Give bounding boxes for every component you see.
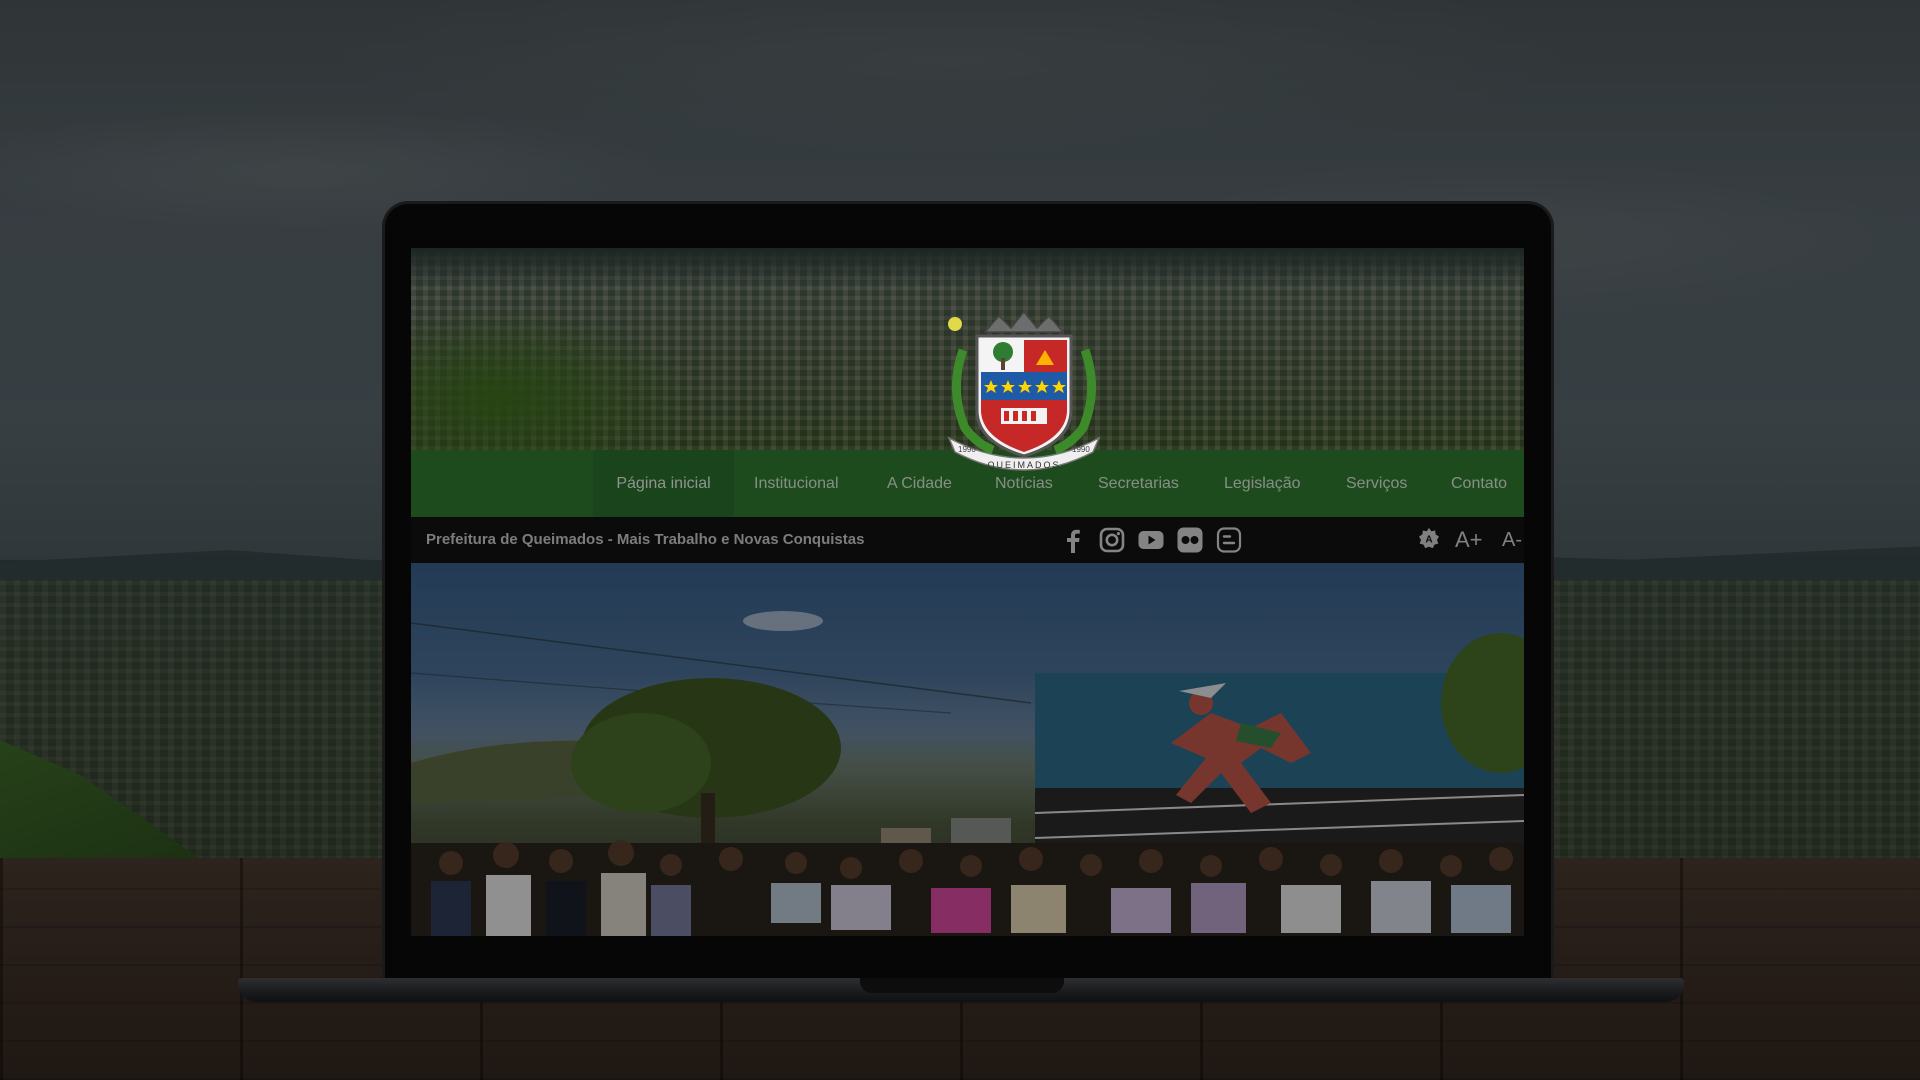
nav-item-secretarias[interactable]: Secretarias	[1098, 450, 1179, 517]
youtube-icon[interactable]	[1138, 527, 1164, 553]
hero-image	[411, 611, 1524, 936]
nav-item-pagina-inicial[interactable]: Página inicial	[593, 450, 734, 517]
info-bar: Prefeitura de Queimados - Mais Trabalho …	[411, 517, 1524, 563]
crest-year-left: 1990	[958, 445, 976, 454]
website-screen: 1990 1990 QUEIMADOS Página inicial Insti…	[411, 248, 1524, 936]
nav-item-legislacao[interactable]: Legislação	[1224, 450, 1301, 517]
font-increase-button[interactable]: A+	[1455, 517, 1483, 563]
facebook-icon[interactable]	[1060, 527, 1086, 553]
nav-item-contato[interactable]: Contato	[1451, 450, 1507, 517]
crest-year-right: 1990	[1072, 445, 1090, 454]
svg-text:A: A	[1425, 535, 1432, 546]
nav-item-servicos[interactable]: Serviços	[1346, 450, 1407, 517]
flickr-icon[interactable]	[1177, 527, 1203, 553]
font-decrease-button[interactable]: A-	[1502, 517, 1522, 563]
laptop-notch	[860, 978, 1064, 993]
hero-photo[interactable]	[411, 563, 1524, 936]
nav-item-institucional[interactable]: Institucional	[754, 450, 839, 517]
instagram-icon[interactable]	[1099, 527, 1125, 553]
blogger-icon[interactable]	[1216, 527, 1242, 553]
contrast-icon[interactable]: A	[1417, 527, 1441, 551]
site-tagline: Prefeitura de Queimados - Mais Trabalho …	[426, 531, 865, 548]
coat-of-arms-logo[interactable]: 1990 1990 QUEIMADOS	[941, 310, 1107, 472]
crest-motto: QUEIMADOS	[987, 460, 1060, 470]
